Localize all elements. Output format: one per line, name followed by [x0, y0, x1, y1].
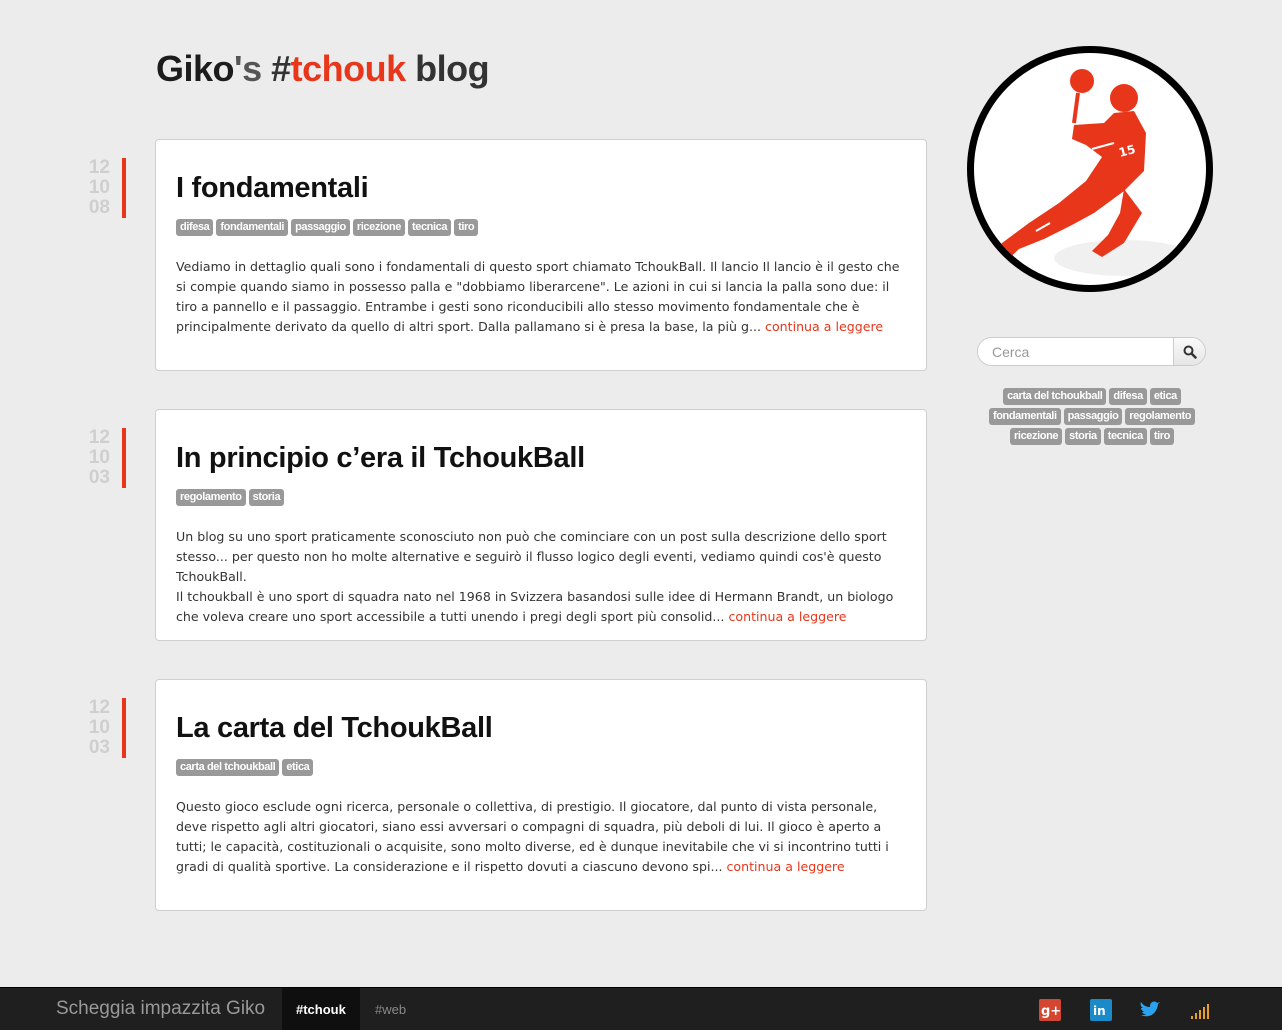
tag[interactable]: tiro — [454, 219, 479, 236]
post-card: In principio c’era il TchoukBall regolam… — [155, 409, 927, 641]
search-form — [977, 337, 1206, 366]
svg-text:g+: g+ — [1041, 1004, 1061, 1019]
post-date-month: 10 — [88, 177, 110, 198]
tag[interactable]: difesa — [176, 219, 214, 236]
post-excerpt: Un blog su uno sport praticamente sconos… — [176, 527, 906, 627]
tag-cloud-item[interactable]: ricezione — [1010, 428, 1063, 445]
tag[interactable]: fondamentali — [216, 219, 289, 236]
player-silhouette-icon: 15 — [988, 69, 1194, 276]
nav-web[interactable]: #web — [361, 988, 420, 1030]
site-title-name: Giko — [156, 48, 235, 89]
post-date-day: 03 — [88, 467, 110, 488]
site-title-blog: blog — [405, 48, 490, 89]
site-title-accent: tchouk — [290, 48, 407, 89]
tag[interactable]: tecnica — [407, 219, 452, 236]
site-title[interactable]: Giko's #tchouk blog — [156, 48, 490, 90]
read-more-link[interactable]: continua a leggere — [765, 319, 883, 334]
tag-cloud: carta del tchoukball difesa etica fondam… — [972, 388, 1212, 445]
post-tags: difesa fondamentali passaggio ricezione … — [176, 219, 906, 237]
search-icon — [1183, 345, 1197, 359]
post-title[interactable]: I fondamentali — [176, 170, 906, 206]
rss-icon[interactable] — [1190, 999, 1212, 1021]
footer-brand[interactable]: Scheggia impazzita Giko — [56, 998, 265, 1020]
search-button[interactable] — [1173, 338, 1205, 365]
post-date-year: 12 — [88, 427, 110, 448]
post-tags: carta del tchoukball etica — [176, 759, 906, 777]
tag[interactable]: etica — [282, 759, 314, 776]
footer-bar: Scheggia impazzita Giko #tchouk #web g+ … — [0, 987, 1282, 1030]
post-title[interactable]: In principio c’era il TchoukBall — [176, 440, 906, 476]
tag-cloud-item[interactable]: tiro — [1149, 428, 1174, 445]
post-excerpt-paragraph: Il tchoukball è uno sport di squadra nat… — [176, 587, 906, 627]
tag-cloud-item[interactable]: carta del tchoukball — [1003, 388, 1107, 405]
post-tags: regolamento storia — [176, 489, 906, 507]
post-date: 12 10 03 — [84, 698, 126, 758]
post-excerpt: Questo gioco esclude ogni ricerca, perso… — [176, 797, 906, 877]
tag-cloud-item[interactable]: tecnica — [1103, 428, 1147, 445]
read-more-link[interactable]: continua a leggere — [727, 859, 845, 874]
post-date-day: 08 — [88, 197, 110, 218]
post-excerpt: Vediamo in dettaglio quali sono i fondam… — [176, 257, 906, 337]
tag-cloud-item[interactable]: difesa — [1109, 388, 1147, 405]
tag[interactable]: storia — [248, 489, 285, 506]
tag-cloud-item[interactable]: storia — [1065, 428, 1101, 445]
site-title-apos: 's — [234, 48, 272, 89]
tag[interactable]: passaggio — [291, 219, 350, 236]
tag[interactable]: carta del tchoukball — [176, 759, 280, 776]
post-excerpt-text: Un blog su uno sport praticamente sconos… — [176, 529, 887, 584]
site-title-hash: # — [271, 48, 291, 89]
tag-cloud-item[interactable]: regolamento — [1125, 408, 1196, 425]
tag-cloud-item[interactable]: fondamentali — [988, 408, 1061, 425]
svg-text:in: in — [1093, 1004, 1106, 1018]
tchoukball-player-logo: 15 — [967, 46, 1213, 292]
post-card: I fondamentali difesa fondamentali passa… — [155, 139, 927, 371]
post-date-year: 12 — [88, 697, 110, 718]
tag-cloud-item[interactable]: etica — [1149, 388, 1181, 405]
post-date-month: 10 — [88, 447, 110, 468]
post-date: 12 10 03 — [84, 428, 126, 488]
tag-cloud-item[interactable]: passaggio — [1063, 408, 1123, 425]
tag[interactable]: ricezione — [352, 219, 405, 236]
post-date-year: 12 — [88, 157, 110, 178]
post-date-day: 03 — [88, 737, 110, 758]
linkedin-icon[interactable]: in — [1090, 999, 1112, 1021]
twitter-icon[interactable] — [1139, 999, 1161, 1021]
post-date: 12 10 08 — [84, 158, 126, 218]
search-input[interactable] — [978, 338, 1173, 365]
read-more-link[interactable]: continua a leggere — [728, 609, 846, 624]
post-card: La carta del TchoukBall carta del tchouk… — [155, 679, 927, 911]
post-title[interactable]: La carta del TchoukBall — [176, 710, 906, 746]
tag[interactable]: regolamento — [176, 489, 246, 506]
post-date-month: 10 — [88, 717, 110, 738]
nav-tchouk[interactable]: #tchouk — [282, 988, 360, 1030]
google-plus-icon[interactable]: g+ — [1039, 999, 1061, 1021]
